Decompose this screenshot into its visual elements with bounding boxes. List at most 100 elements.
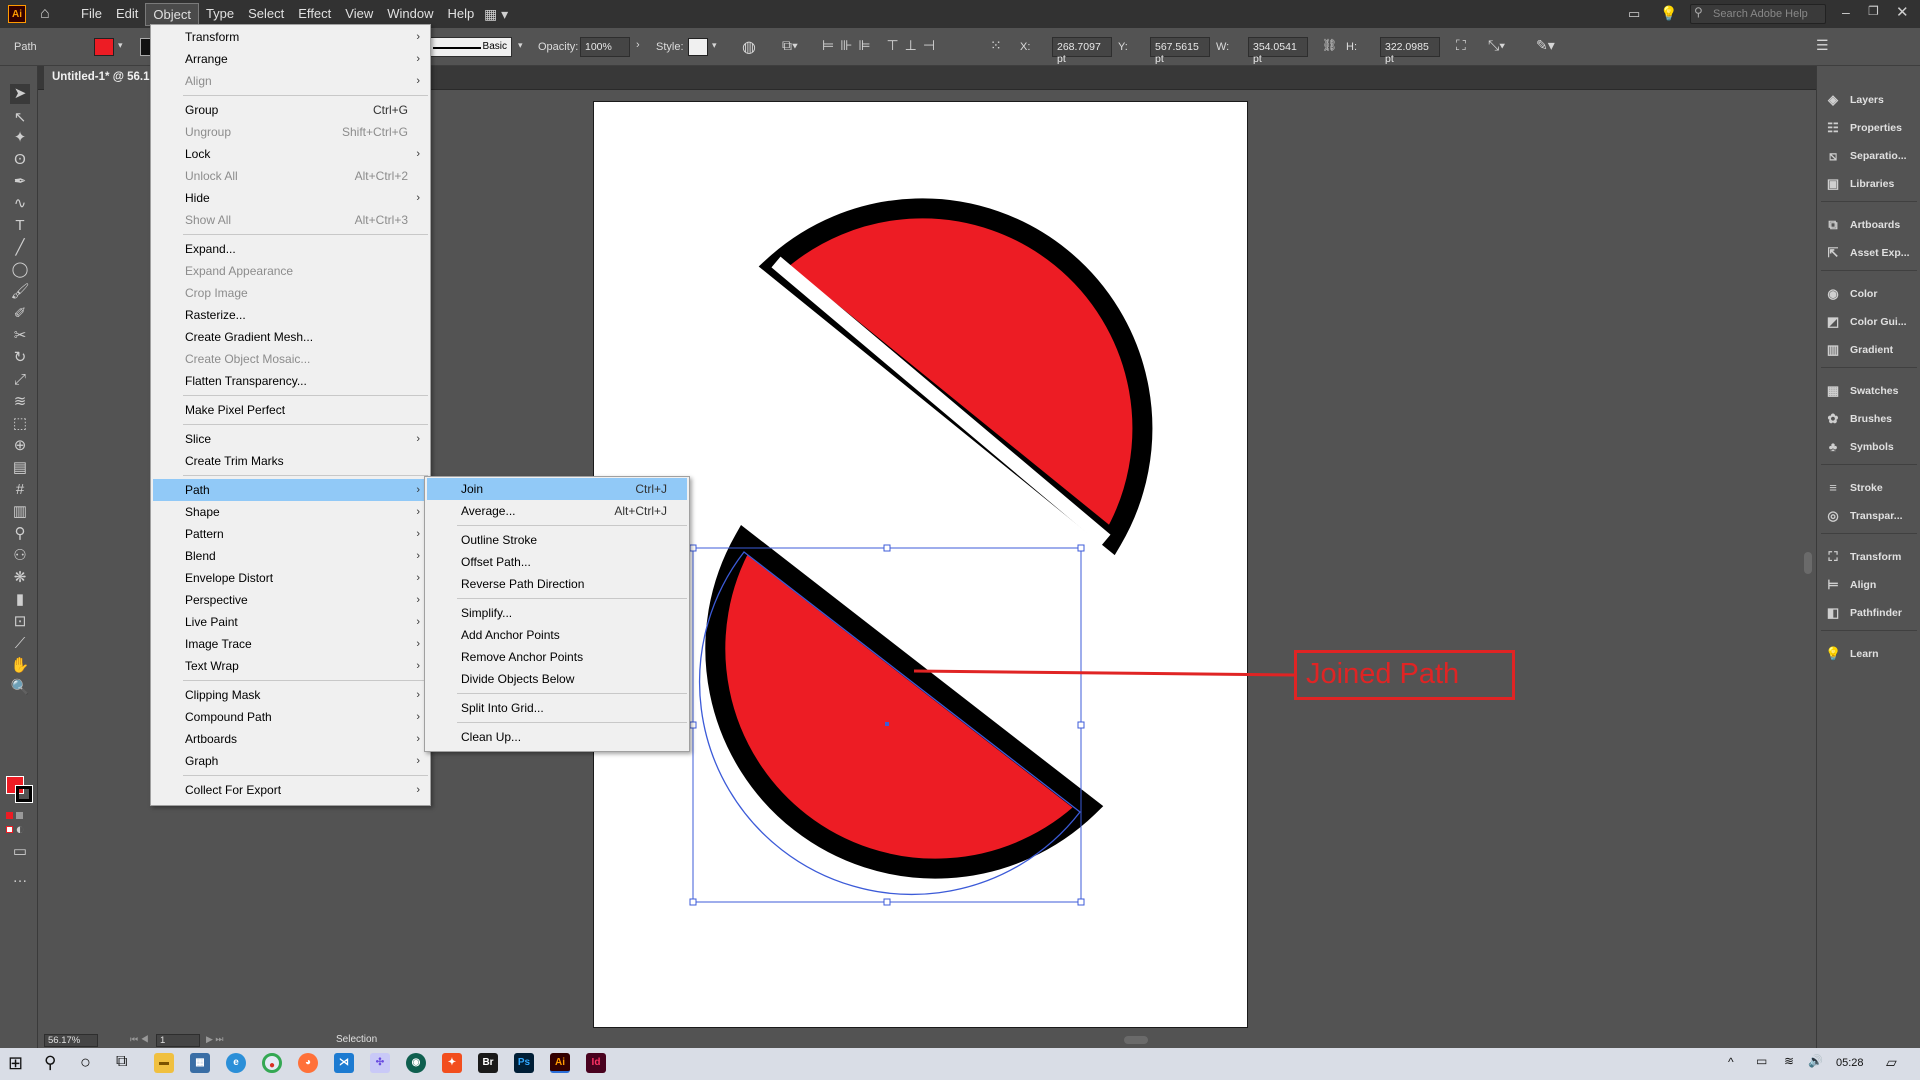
menu-item-add-anchor-points[interactable]: Add Anchor Points bbox=[427, 624, 687, 646]
calculator-icon[interactable]: ▦ bbox=[190, 1053, 210, 1073]
menu-item-image-trace[interactable]: Image Trace › bbox=[153, 633, 428, 655]
menu-item-rasterize[interactable]: Rasterize... bbox=[153, 304, 428, 326]
menu-item-create-trim-marks[interactable]: Create Trim Marks bbox=[153, 450, 428, 472]
indesign-app-icon[interactable]: Id bbox=[586, 1053, 606, 1073]
menu-item-hide[interactable]: Hide › bbox=[153, 187, 428, 209]
menu-item-clipping-mask[interactable]: Clipping Mask › bbox=[153, 684, 428, 706]
panel-color-guide[interactable]: ◩ Color Gui... bbox=[1825, 311, 1920, 333]
menu-item-slice[interactable]: Slice › bbox=[153, 428, 428, 450]
panel-color[interactable]: ◉ Color bbox=[1825, 283, 1920, 305]
menu-item-ungroup[interactable]: Ungroup Shift+Ctrl+G bbox=[153, 121, 428, 143]
menu-item-lock[interactable]: Lock › bbox=[153, 143, 428, 165]
menu-item-outline-stroke[interactable]: Outline Stroke bbox=[427, 529, 687, 551]
cortana-icon[interactable]: ○ bbox=[80, 1052, 91, 1073]
menu-item-join[interactable]: Join Ctrl+J bbox=[427, 478, 687, 500]
pinwheel-app-icon[interactable]: ✣ bbox=[370, 1053, 390, 1073]
menu-item-create-gradient-mesh[interactable]: Create Gradient Mesh... bbox=[153, 326, 428, 348]
vertical-scrollbar[interactable] bbox=[1800, 90, 1816, 1032]
menu-item-text-wrap[interactable]: Text Wrap › bbox=[153, 655, 428, 677]
menu-item-compound-path[interactable]: Compound Path › bbox=[153, 706, 428, 728]
handle-bottom-center[interactable] bbox=[883, 898, 891, 906]
handle-bottom-right[interactable] bbox=[1077, 898, 1085, 906]
panel-transform[interactable]: ⛶ Transform bbox=[1825, 546, 1920, 568]
menu-item-perspective[interactable]: Perspective › bbox=[153, 589, 428, 611]
handle-middle-right[interactable] bbox=[1077, 721, 1085, 729]
menu-item-path[interactable]: Path › bbox=[153, 479, 428, 501]
teal-app-icon[interactable]: ◉ bbox=[406, 1053, 426, 1073]
menu-item-expand[interactable]: Expand... bbox=[153, 238, 428, 260]
top-half-circle-shape[interactable] bbox=[758, 198, 1153, 556]
menu-item-align[interactable]: Align › bbox=[153, 70, 428, 92]
bridge-app-icon[interactable]: Br bbox=[478, 1053, 498, 1073]
vertical-scroll-thumb[interactable] bbox=[1804, 552, 1812, 574]
handle-top-left[interactable] bbox=[689, 544, 697, 552]
windows-start-icon[interactable]: ⊞ bbox=[8, 1053, 23, 1074]
volume-icon[interactable]: 🔊 bbox=[1808, 1054, 1823, 1068]
panel-symbols[interactable]: ♣ Symbols bbox=[1825, 436, 1920, 458]
menu-item-envelope-distort[interactable]: Envelope Distort › bbox=[153, 567, 428, 589]
menu-item-reverse-path-direction[interactable]: Reverse Path Direction bbox=[427, 573, 687, 595]
handle-middle-left[interactable] bbox=[689, 721, 697, 729]
panel-gradient[interactable]: ▥ Gradient bbox=[1825, 339, 1920, 361]
panel-swatches[interactable]: ▦ Swatches bbox=[1825, 380, 1920, 402]
tray-display-icon[interactable]: ▭ bbox=[1756, 1054, 1767, 1068]
zoom-level-field[interactable]: 56.17% bbox=[44, 1034, 98, 1047]
menu-item-collect-for-export[interactable]: Collect For Export › bbox=[153, 779, 428, 801]
panel-align[interactable]: ⊨ Align bbox=[1825, 574, 1920, 596]
joined-path-shape[interactable] bbox=[705, 525, 1104, 879]
tray-chevron-up-icon[interactable]: ^ bbox=[1728, 1055, 1734, 1069]
menu-item-shape[interactable]: Shape › bbox=[153, 501, 428, 523]
search-icon[interactable]: ⚲ bbox=[44, 1053, 56, 1073]
menu-item-arrange[interactable]: Arrange › bbox=[153, 48, 428, 70]
menu-item-transform[interactable]: Transform › bbox=[153, 26, 428, 48]
menu-item-crop-image[interactable]: Crop Image bbox=[153, 282, 428, 304]
edge-icon[interactable]: e bbox=[226, 1053, 246, 1073]
panel-artboards[interactable]: ⧉ Artboards bbox=[1825, 214, 1920, 236]
menu-item-flatten-transparency[interactable]: Flatten Transparency... bbox=[153, 370, 428, 392]
horizontal-scrollbar[interactable] bbox=[258, 1032, 1800, 1048]
panel-libraries[interactable]: ▣ Libraries bbox=[1825, 173, 1920, 195]
artboard-navigation-icons[interactable]: ⏮ ◀ bbox=[130, 1034, 149, 1045]
handle-bottom-left[interactable] bbox=[689, 898, 697, 906]
menu-item-offset-path[interactable]: Offset Path... bbox=[427, 551, 687, 573]
menu-item-average[interactable]: Average... Alt+Ctrl+J bbox=[427, 500, 687, 522]
panel-brushes[interactable]: ✿ Brushes bbox=[1825, 408, 1920, 430]
menu-item-simplify[interactable]: Simplify... bbox=[427, 602, 687, 624]
panel-transparency[interactable]: ◎ Transpar... bbox=[1825, 505, 1920, 527]
wifi-icon[interactable]: ≋ bbox=[1784, 1054, 1794, 1068]
menu-item-unlock-all[interactable]: Unlock All Alt+Ctrl+2 bbox=[153, 165, 428, 187]
menu-item-create-object-mosaic[interactable]: Create Object Mosaic... bbox=[153, 348, 428, 370]
figma-icon[interactable]: ✦ bbox=[442, 1053, 462, 1073]
chrome-icon[interactable]: ● bbox=[262, 1053, 282, 1073]
task-view-icon[interactable]: ⧉ bbox=[116, 1053, 127, 1071]
photoshop-app-icon[interactable]: Ps bbox=[514, 1053, 534, 1073]
panel-asset-export[interactable]: ⇱ Asset Exp... bbox=[1825, 242, 1920, 264]
clock-time[interactable]: 05:28 bbox=[1836, 1057, 1864, 1069]
illustrator-app-icon[interactable]: Ai bbox=[550, 1053, 570, 1073]
panel-stroke[interactable]: ≡ Stroke bbox=[1825, 477, 1920, 499]
menu-item-group[interactable]: Group Ctrl+G bbox=[153, 99, 428, 121]
menu-item-divide-objects-below[interactable]: Divide Objects Below bbox=[427, 668, 687, 690]
handle-top-right[interactable] bbox=[1077, 544, 1085, 552]
menu-item-graph[interactable]: Graph › bbox=[153, 750, 428, 772]
menu-item-expand-appearance[interactable]: Expand Appearance bbox=[153, 260, 428, 282]
menu-item-pattern[interactable]: Pattern › bbox=[153, 523, 428, 545]
file-explorer-icon[interactable]: ▬ bbox=[154, 1053, 174, 1073]
menu-item-split-into-grid[interactable]: Split Into Grid... bbox=[427, 697, 687, 719]
panel-separations[interactable]: ⧅ Separatio... bbox=[1825, 145, 1920, 167]
menu-item-clean-up[interactable]: Clean Up... bbox=[427, 726, 687, 748]
firefox-icon[interactable]: ◕ bbox=[298, 1053, 318, 1073]
vscode-icon[interactable]: ⋊ bbox=[334, 1053, 354, 1073]
handle-top-center[interactable] bbox=[883, 544, 891, 552]
panel-learn[interactable]: 💡 Learn bbox=[1825, 643, 1920, 665]
menu-item-artboards[interactable]: Artboards › bbox=[153, 728, 428, 750]
menu-item-live-paint[interactable]: Live Paint › bbox=[153, 611, 428, 633]
panel-pathfinder[interactable]: ◧ Pathfinder bbox=[1825, 602, 1920, 624]
artboard-next-icons[interactable]: ▶ ⏭ bbox=[206, 1034, 224, 1045]
artboard-number-field[interactable]: 1 bbox=[156, 1034, 200, 1047]
notifications-icon[interactable]: ▱ bbox=[1886, 1054, 1897, 1071]
menu-item-make-pixel-perfect[interactable]: Make Pixel Perfect bbox=[153, 399, 428, 421]
panel-properties[interactable]: ☷ Properties bbox=[1825, 117, 1920, 139]
menu-item-remove-anchor-points[interactable]: Remove Anchor Points bbox=[427, 646, 687, 668]
horizontal-scroll-thumb[interactable] bbox=[1124, 1036, 1148, 1044]
